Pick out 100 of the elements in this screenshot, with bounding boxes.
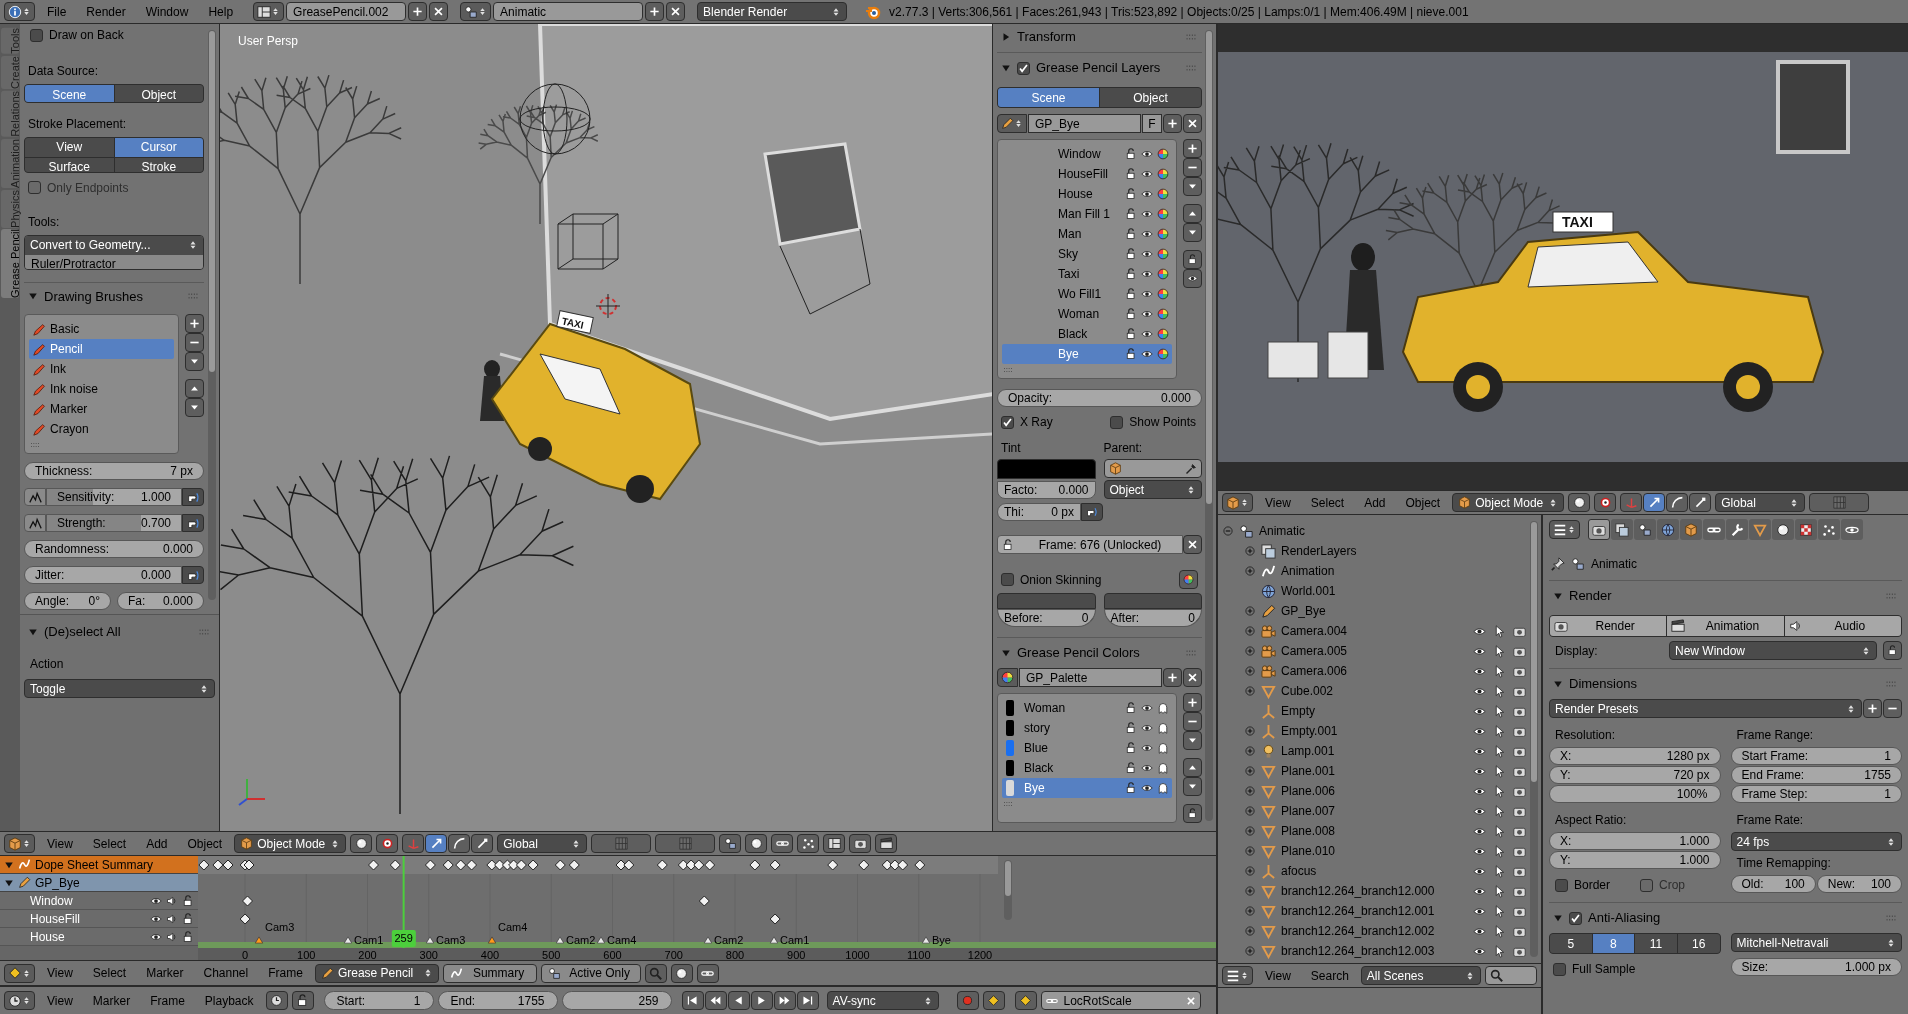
current-frame-field[interactable]: 259 — [561, 991, 672, 1010]
screen-layout-field[interactable]: GreasePencil.002 — [286, 2, 407, 21]
panel-title[interactable]: Drawing Brushes — [44, 286, 143, 306]
list-item[interactable]: Taxi — [1002, 264, 1172, 284]
slider[interactable]: Facto: 0.000 — [997, 481, 1096, 499]
list-item[interactable]: Black — [1002, 758, 1172, 778]
list-item[interactable]: Blue — [1002, 738, 1172, 758]
list-item[interactable]: Man Fill 1 — [1002, 204, 1172, 224]
menu-item[interactable]: Marker — [138, 964, 192, 982]
toggle-button[interactable]: Surface — [25, 157, 114, 172]
tree-item[interactable]: Camera.006 — [1281, 662, 1348, 680]
number-field[interactable]: End Frame: 1755 — [1730, 766, 1902, 784]
number-field[interactable]: X: 1280 px — [1549, 747, 1721, 765]
tree-item[interactable]: Empty — [1281, 702, 1315, 720]
toggle-button[interactable]: Object — [1100, 88, 1201, 107]
toggle-button[interactable]: Scene — [25, 85, 114, 102]
parent-type-dropdown[interactable]: Object — [1103, 480, 1202, 499]
tree-item[interactable]: branch12.264_branch12.002 — [1281, 922, 1435, 940]
active-only-toggle[interactable]: Active Only — [541, 963, 641, 983]
tree-item[interactable]: RenderLayers — [1281, 542, 1357, 560]
render-action-button[interactable]: Render — [1550, 616, 1667, 636]
menu-item[interactable]: Help — [200, 2, 242, 21]
menu-item[interactable]: Add — [1356, 493, 1394, 512]
list-item[interactable]: HouseFill — [1002, 164, 1172, 184]
list-item[interactable]: Sky — [1002, 244, 1172, 264]
tree-item[interactable]: Empty.001 — [1281, 722, 1338, 740]
convert-dropdown[interactable]: Convert to Geometry... — [25, 235, 203, 255]
tree-item[interactable]: Plane.008 — [1281, 822, 1336, 840]
list-item[interactable]: Pencil — [29, 339, 174, 359]
list-item[interactable]: Basic — [29, 319, 174, 339]
panel-title[interactable]: Transform — [1017, 27, 1076, 47]
menu-item[interactable]: Select — [84, 964, 135, 982]
slider[interactable]: Opacity: 0.000 — [997, 389, 1202, 407]
mode-dropdown[interactable]: Object Mode — [1452, 493, 1565, 512]
toggle-button[interactable]: Cursor — [114, 137, 203, 157]
number-field[interactable]: Start Frame: 1 — [1730, 747, 1902, 765]
frame-lock-field[interactable]: Frame: 676 (Unlocked) — [997, 535, 1183, 554]
panel-title[interactable]: Grease Pencil Colors — [1017, 643, 1140, 663]
menu-item[interactable]: Frame — [142, 991, 193, 1010]
sample-count-button[interactable]: 11 — [1635, 934, 1677, 953]
menu-item[interactable]: Window — [137, 2, 197, 21]
filter-dropdown[interactable]: Mitchell-Netravali — [1730, 933, 1902, 952]
slider[interactable]: Fa: 0.000 — [117, 592, 204, 610]
slider[interactable]: Strength: 0.700 — [46, 514, 182, 532]
channel-row[interactable]: GP_Bye — [0, 874, 198, 892]
menu-item[interactable]: Select — [1302, 493, 1353, 512]
render-engine-dropdown[interactable]: Blender Render — [697, 2, 848, 21]
fake-user-button[interactable]: F — [1142, 114, 1162, 133]
tree-item[interactable]: Plane.001 — [1281, 762, 1336, 780]
start-frame-field[interactable]: Start: 1 — [323, 991, 434, 1010]
toggle-button[interactable]: View — [25, 137, 114, 157]
menu-item[interactable]: Select — [84, 834, 135, 853]
sync-dropdown[interactable]: AV-sync — [826, 991, 939, 1010]
list-item[interactable]: Woman — [1002, 304, 1172, 324]
mode-dropdown[interactable]: Grease Pencil — [314, 963, 439, 983]
presets-dropdown[interactable]: Render Presets — [1549, 699, 1862, 718]
tree-item[interactable]: GP_Bye — [1281, 602, 1326, 620]
number-field[interactable]: Before: 0 — [997, 609, 1096, 627]
list-item[interactable]: House — [1002, 184, 1172, 204]
number-field[interactable]: Y: 1.000 — [1549, 851, 1721, 869]
list-item[interactable]: story — [1002, 718, 1172, 738]
tree-item[interactable]: Plane.010 — [1281, 842, 1336, 860]
list-item[interactable]: Woman — [1002, 698, 1172, 718]
tree-item[interactable]: Plane.007 — [1281, 802, 1336, 820]
panel-title[interactable]: Grease Pencil Layers — [1036, 58, 1161, 78]
number-field[interactable]: X: 1.000 — [1549, 832, 1721, 850]
list-item[interactable]: Bye — [1002, 778, 1172, 798]
toggle-button[interactable]: Object — [114, 85, 203, 102]
channel-row[interactable]: Dope Sheet Summary — [0, 856, 198, 874]
menu-item[interactable]: File — [39, 2, 75, 21]
keying-set-field[interactable]: LocRotScale — [1040, 991, 1201, 1010]
tree-item[interactable]: branch12.264_branch12.000 — [1281, 882, 1435, 900]
menu-item[interactable]: View — [1257, 493, 1299, 512]
channel-row[interactable]: House — [0, 928, 198, 946]
current-frame-indicator[interactable]: 259 — [391, 930, 416, 947]
menu-item[interactable]: Object — [1397, 493, 1449, 512]
menu-item[interactable]: Render — [78, 2, 134, 21]
menu-item[interactable]: View — [39, 834, 81, 853]
sidebar-tab[interactable]: Grease Pencil — [1, 229, 19, 299]
list-item[interactable]: Man — [1002, 224, 1172, 244]
tree-item[interactable]: Plane.006 — [1281, 782, 1336, 800]
list-item[interactable]: Crayon — [29, 419, 174, 439]
menu-item[interactable]: View — [39, 991, 81, 1010]
menu-item[interactable]: Search — [1302, 966, 1357, 985]
end-frame-field[interactable]: End: 1755 — [437, 991, 558, 1010]
slider[interactable]: Jitter: 0.000 — [24, 566, 182, 584]
menu-item[interactable]: Frame — [260, 964, 311, 982]
menu-item[interactable]: Marker — [84, 991, 139, 1010]
summary-toggle[interactable]: Summary — [442, 963, 538, 983]
render-action-button[interactable]: Animation — [1667, 616, 1784, 636]
list-item[interactable]: Bye — [1002, 344, 1172, 364]
tree-item[interactable]: World.001 — [1281, 582, 1336, 600]
number-field[interactable]: New: 100 — [1816, 875, 1902, 893]
scene-filter-dropdown[interactable]: All Scenes — [1360, 966, 1481, 985]
tree-item[interactable]: Camera.004 — [1281, 622, 1348, 640]
display-dropdown[interactable]: New Window — [1669, 641, 1877, 660]
panel-title[interactable]: Anti-Aliasing — [1588, 908, 1661, 928]
tree-item[interactable]: afocus — [1281, 862, 1317, 880]
slider[interactable]: Randomness: 0.000 — [24, 540, 204, 558]
menu-item[interactable]: View — [1257, 966, 1299, 985]
